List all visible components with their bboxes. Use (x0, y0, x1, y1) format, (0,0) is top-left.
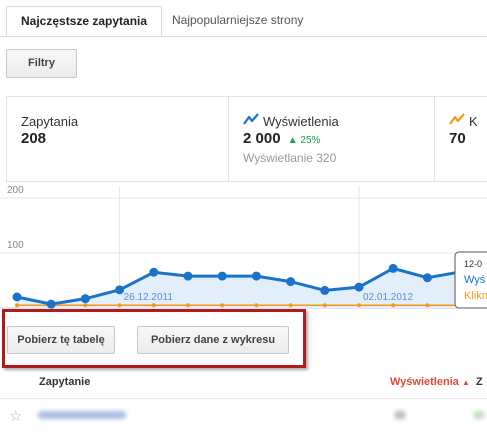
clicks-point (117, 303, 122, 308)
impressions-point (80, 294, 90, 304)
tooltip-clicks: Klikn (464, 290, 487, 302)
blurred-value (395, 411, 405, 419)
blurred-query-link[interactable] (38, 411, 126, 419)
metric-impressions-value-wrap: 2 000 ▲ 25% (243, 130, 320, 147)
column-header-third[interactable]: Z (476, 376, 483, 388)
table-row: ☆ (0, 398, 487, 432)
trend-line-orange-icon (449, 113, 465, 125)
impressions-point (251, 271, 261, 281)
tab-bar: Najczęstsze zapytania Najpopularniejsze … (0, 0, 487, 37)
impressions-point (46, 299, 56, 309)
metrics-panel: Zapytania 208 Wyświetlenia 2 000 ▲ 25% W… (6, 96, 487, 182)
column-header-query[interactable]: Zapytanie (39, 376, 90, 388)
clicks-point (83, 303, 88, 308)
y-tick-label: 100 (7, 240, 24, 251)
up-arrow-icon: ▲ (287, 135, 298, 146)
sort-arrow-icon: ▲ (461, 378, 470, 387)
impressions-point (286, 277, 296, 287)
table-header: Zapytanie Wyświetlenia ▲ Z (0, 372, 487, 394)
clicks-point (186, 303, 190, 308)
metric-impressions-value: 2 000 (243, 130, 281, 147)
column-header-impressions[interactable]: Wyświetlenia ▲ (390, 376, 470, 388)
metric-queries-label: Zapytania (21, 114, 79, 129)
metric-impressions-label: Wyświetlenia (263, 114, 339, 129)
tooltip-date: 12-0 (464, 259, 482, 269)
impressions-point (388, 263, 398, 273)
impressions-chart[interactable]: 200 100 26.12.2011 02.01.2012 12-0 Wyś Klik… (0, 186, 487, 312)
impressions-point (354, 282, 364, 292)
impressions-point (183, 271, 193, 281)
clicks-point (425, 303, 430, 308)
clicks-point (288, 303, 293, 308)
clicks-point (357, 303, 361, 308)
metric-clicks-value: 70 (449, 130, 466, 147)
blurred-value-2 (474, 411, 484, 419)
metric-impressions-change-value: 25% (300, 135, 321, 146)
metric-impressions-change: ▲ 25% (288, 135, 321, 146)
clicks-point (15, 303, 19, 308)
y-tick-label: 200 (7, 186, 24, 196)
clicks-point (322, 303, 327, 308)
tab-top-pages[interactable]: Najpopularniejsze strony (158, 6, 317, 36)
download-chart-data-button[interactable]: Pobierz dane z wykresu (137, 326, 289, 354)
clicks-point (254, 303, 259, 308)
metric-impressions[interactable]: Wyświetlenia 2 000 ▲ 25% Wyświetlanie 32… (229, 97, 435, 181)
impressions-point (217, 271, 227, 281)
impressions-point (422, 273, 432, 283)
column-header-impressions-label: Wyświetlenia (390, 376, 459, 388)
metric-queries[interactable]: Zapytania 208 (7, 97, 229, 181)
impressions-point (149, 267, 159, 277)
x-date-label: 26.12.2011 (124, 292, 174, 303)
x-date-label: 02.01.2012 (363, 292, 413, 303)
chart-tooltip: 12-0 Wyś Klikn (454, 251, 487, 309)
metric-clicks-label: K (469, 114, 478, 129)
metric-clicks[interactable]: K 70 (435, 97, 487, 181)
metric-queries-value: 208 (21, 130, 47, 147)
star-icon[interactable]: ☆ (9, 407, 22, 425)
tab-top-queries[interactable]: Najczęstsze zapytania (6, 6, 163, 36)
metric-impressions-sub: Wyświetlanie 320 (243, 151, 337, 165)
clicks-point (151, 303, 156, 308)
filters-button[interactable]: Filtry (6, 49, 77, 78)
clicks-point (220, 303, 225, 308)
download-table-button[interactable]: Pobierz tę tabelę (7, 326, 115, 354)
trend-line-icon (243, 113, 259, 125)
clicks-point (391, 303, 396, 308)
impressions-point (320, 285, 330, 295)
tooltip-impressions: Wyś (464, 274, 486, 286)
impressions-point (12, 292, 22, 302)
